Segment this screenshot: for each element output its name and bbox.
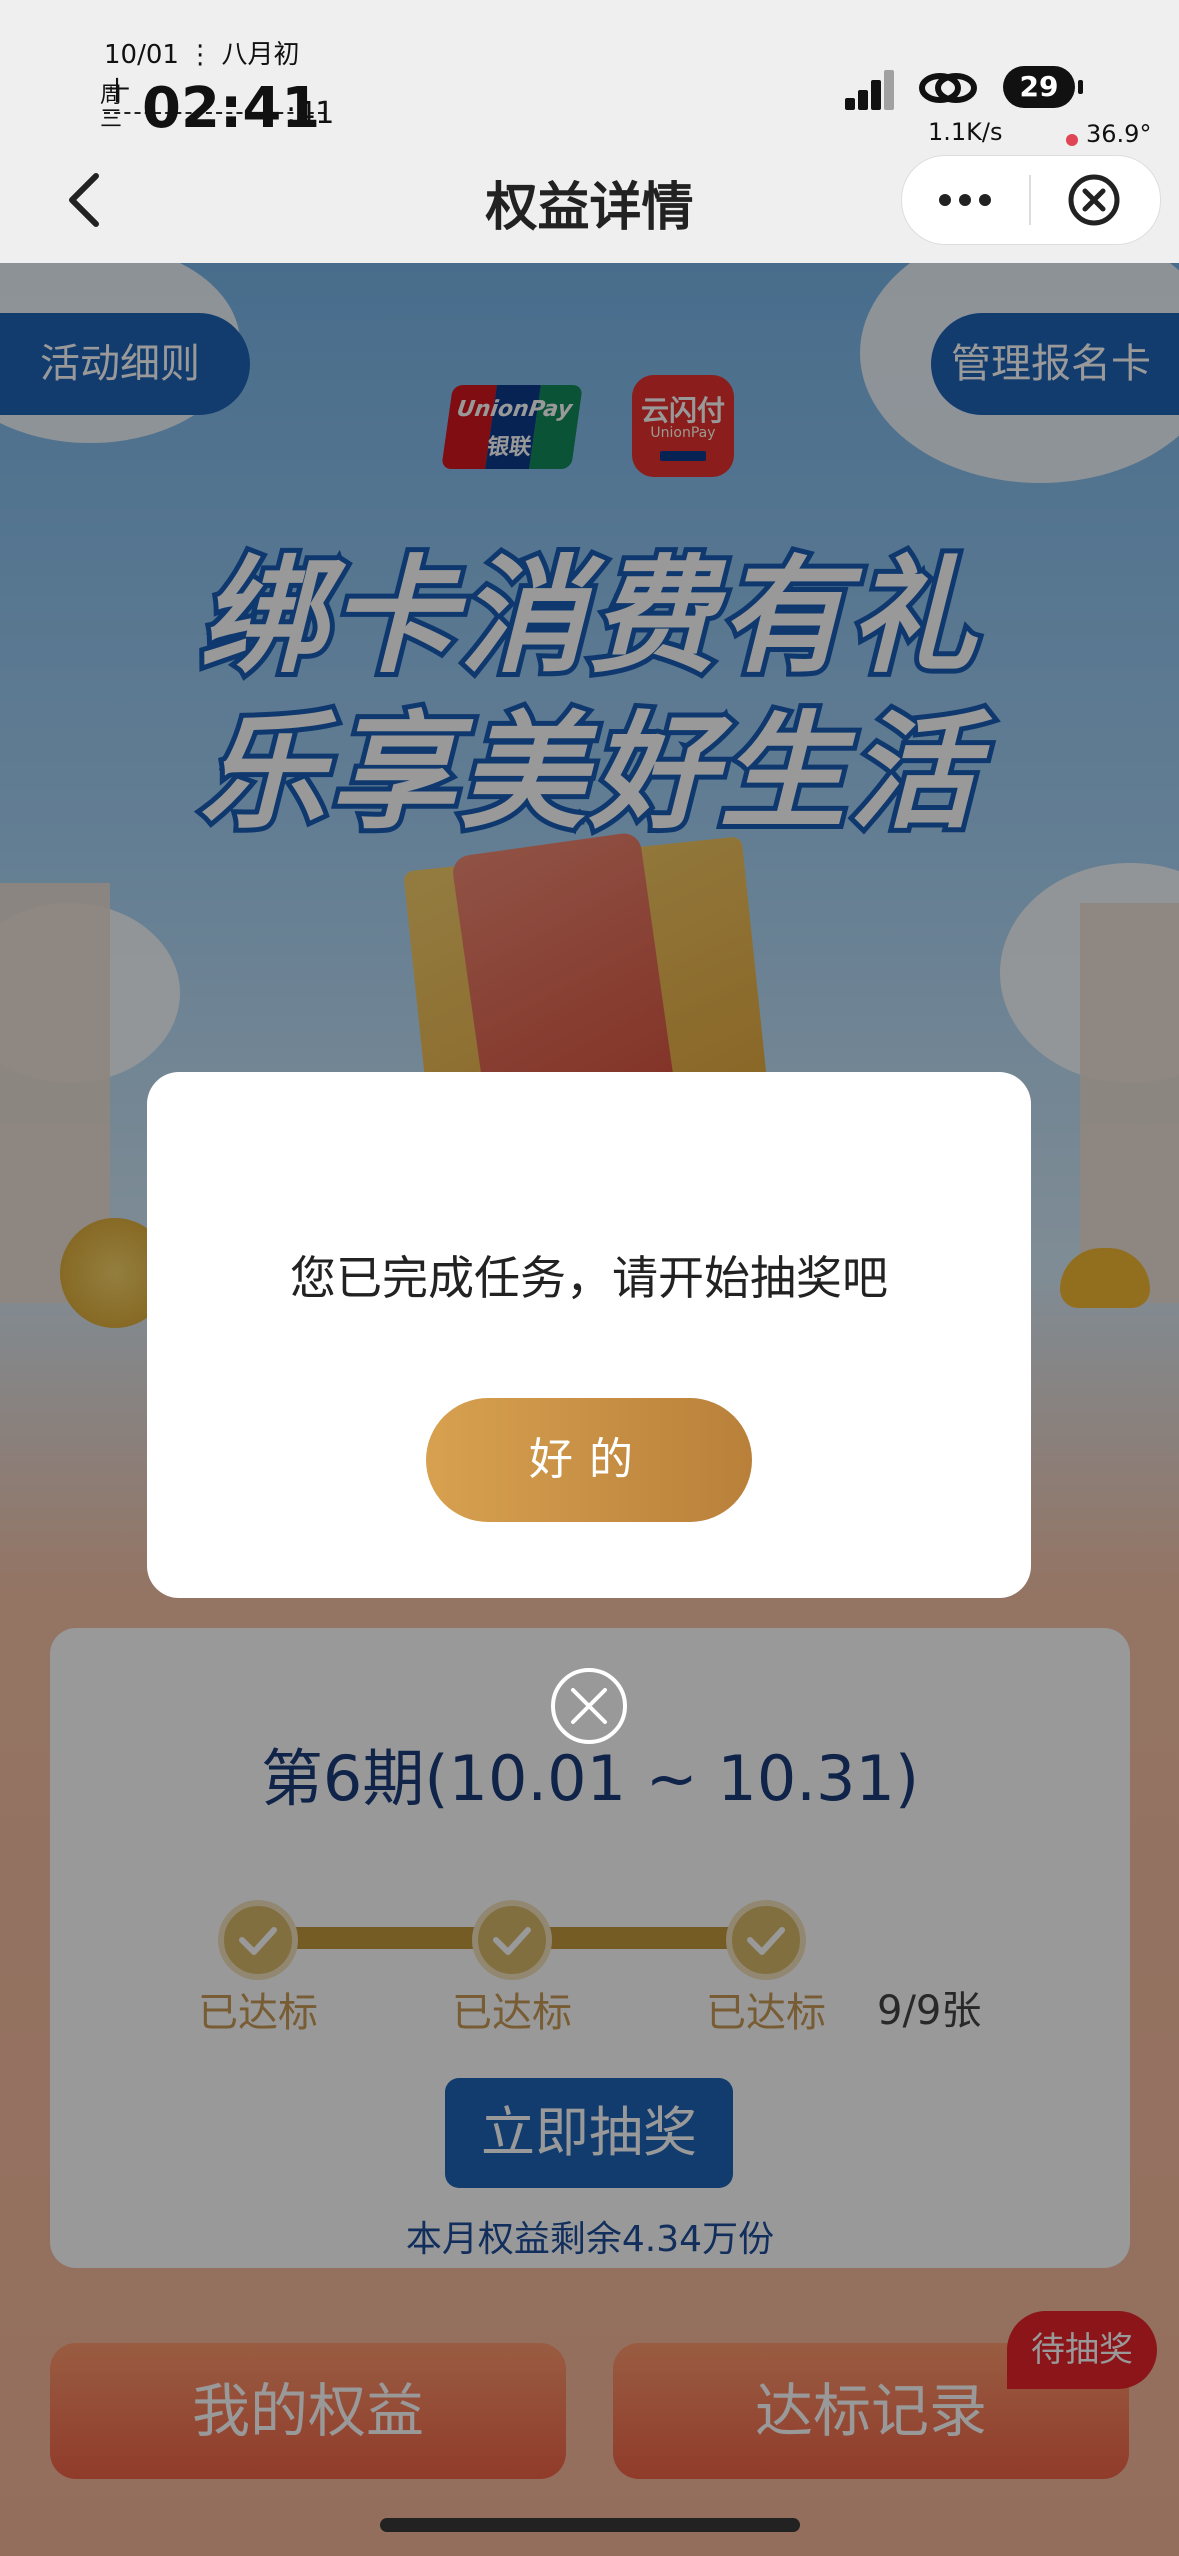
status-seconds: :41: [286, 96, 335, 131]
more-icon[interactable]: [935, 180, 995, 220]
temperature-value: 36.9°: [1086, 120, 1152, 148]
top-bar: 10/01 ⋮ 八月初十 周三 02:41 :41 29 1.1K/s 36.9…: [0, 0, 1179, 263]
status-weekday: 周三: [100, 83, 123, 132]
capsule-divider: [1029, 175, 1031, 225]
temperature: 36.9°: [1062, 120, 1151, 148]
ok-button[interactable]: 好的: [426, 1398, 752, 1522]
link-icon: [919, 73, 977, 103]
battery-indicator: 29: [1003, 66, 1075, 108]
dialog-message: 您已完成任务，请开始抽奖吧: [290, 1251, 888, 1305]
close-miniprogram-icon[interactable]: [1066, 172, 1122, 228]
home-indicator[interactable]: [380, 2518, 800, 2532]
close-dialog-icon[interactable]: [549, 1666, 629, 1746]
task-complete-dialog: 您已完成任务，请开始抽奖吧 好的: [147, 1072, 1031, 1598]
battery-tip: [1078, 80, 1083, 94]
signal-icon: [845, 70, 894, 110]
net-speed: 1.1K/s: [928, 118, 1003, 146]
